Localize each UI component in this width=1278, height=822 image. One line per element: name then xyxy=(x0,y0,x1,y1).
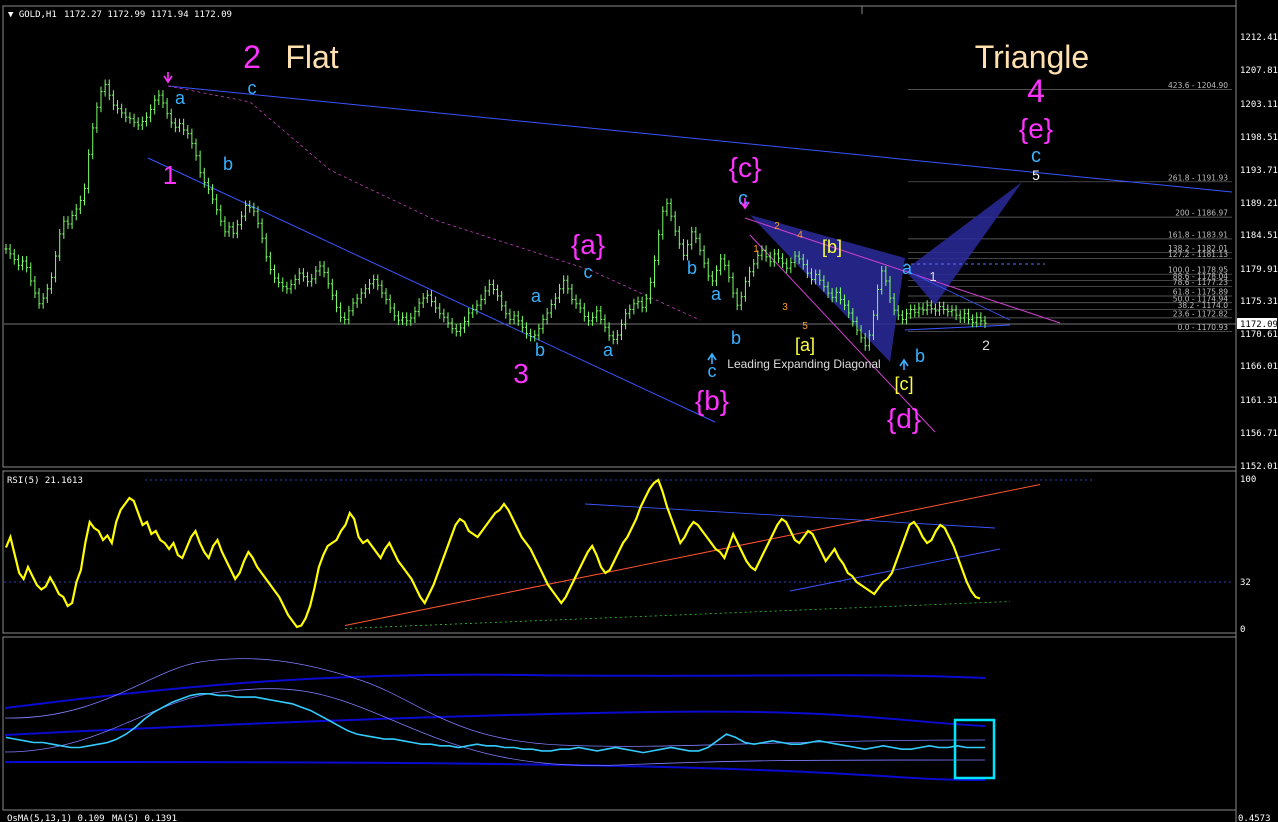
price-tick: 1198.51 xyxy=(1240,133,1278,143)
fib-level-label: 423.6 - 1204.90 xyxy=(1168,81,1228,90)
current-price-label: 1172.09 xyxy=(1240,320,1278,330)
fib-level-label: 261.8 - 1191.93 xyxy=(1168,173,1228,182)
rsi-line xyxy=(4,478,981,629)
price-panel[interactable] xyxy=(2,5,1237,468)
price-tick: 1189.21 xyxy=(1240,199,1278,209)
price-tick: 1184.51 xyxy=(1240,231,1278,241)
wave-label-big-4: 4 xyxy=(1027,73,1045,109)
wave-label-a-brace: {a} xyxy=(571,229,605,260)
price-tick: 1212.41 xyxy=(1240,33,1278,43)
rsi-indicator xyxy=(4,478,1232,629)
wave-label-d-brace: {d} xyxy=(887,403,921,434)
wave-label-c-brace: {c} xyxy=(729,152,762,183)
price-tick: 1152.01 xyxy=(1240,462,1278,472)
fib-level-label: 127.2 - 1181.13 xyxy=(1168,250,1228,259)
fib-level-label: 161.8 - 1183.91 xyxy=(1168,230,1228,239)
fib-level-label: 200 - 1186.97 xyxy=(1175,209,1228,218)
wave-label-a5: a xyxy=(902,258,913,278)
price-tick: 1156.71 xyxy=(1240,429,1278,439)
wave-label-b4: b xyxy=(731,328,741,348)
wave-label-sub2: 2 xyxy=(774,221,780,232)
wave-label-e-brace: {e} xyxy=(1019,113,1053,144)
highlight-box xyxy=(953,718,996,780)
wave-label-three: 3 xyxy=(513,358,529,389)
price-tick: 1193.71 xyxy=(1240,166,1278,176)
wave-label-two-small: 2 xyxy=(982,337,990,353)
wave-label-triangle: Triangle xyxy=(975,39,1089,75)
price-tick: 1170.61 xyxy=(1240,330,1278,340)
lower-indicator xyxy=(4,658,996,781)
rsi-tick: 32 xyxy=(1240,578,1251,588)
fib-level-label: 23.6 - 1172.82 xyxy=(1173,309,1228,318)
wave-label-b1: b xyxy=(223,154,233,174)
wave-label-one-small: 1 xyxy=(929,269,936,284)
wave-label-a3: a xyxy=(603,340,614,360)
wave-label-sub3: 3 xyxy=(782,302,788,313)
rsi-label: RSI(5) 21.1613 xyxy=(7,476,83,486)
lower-tick: 0.4573 xyxy=(1238,814,1271,822)
wave-label-sub5: 5 xyxy=(802,321,808,332)
envelope-middle xyxy=(4,710,986,736)
rsi-tick: 0 xyxy=(1240,625,1245,635)
wave-label-b5: b xyxy=(915,346,925,366)
ma-label: MA(5) 0.1391 xyxy=(112,814,177,822)
price-tick: 1161.31 xyxy=(1240,396,1278,406)
price-tick: 1179.91 xyxy=(1240,265,1278,275)
wave-label-sub1: 1 xyxy=(753,244,759,255)
chart-symbol-title: ▼ GOLD,H1 xyxy=(8,10,57,20)
wave-label-diagonal: Leading Expanding Diagonal xyxy=(727,357,880,371)
wave-label-sub4: 4 xyxy=(797,230,803,241)
triangle-line xyxy=(904,324,1011,331)
upper-channel-line xyxy=(167,85,1233,193)
wave-label-a2: a xyxy=(531,286,542,306)
fib-level-label: 78.6 - 1177.23 xyxy=(1173,278,1228,287)
price-tick: 1207.81 xyxy=(1240,66,1278,76)
price-tick: 1175.31 xyxy=(1240,297,1278,307)
osma-label: OsMA(5,13,1) 0.109 xyxy=(7,814,105,822)
oscillator-line xyxy=(5,692,985,754)
chart-ohlc: 1172.27 1172.99 1171.94 1172.09 xyxy=(64,10,232,20)
wave-label-c2: c xyxy=(584,262,593,282)
arrow-up-icon xyxy=(899,358,909,370)
arrow-down-icon xyxy=(163,72,173,84)
triangle-line xyxy=(904,269,1011,321)
trading-chart[interactable]: ▼ GOLD,H1 1172.27 1172.99 1171.94 1172.0… xyxy=(0,0,1278,822)
price-tick: 1203.11 xyxy=(1240,100,1278,110)
wave-label-big-2: 2 xyxy=(243,39,261,75)
wave-label-c1: c xyxy=(248,78,257,98)
price-axis: 1212.41 1207.81 1203.11 1198.51 1193.71 … xyxy=(1240,33,1278,472)
price-tick: 1166.01 xyxy=(1240,362,1278,372)
price-bars xyxy=(4,79,987,351)
wave-label-c-square: [c] xyxy=(894,374,913,394)
wave-label-one: 1 xyxy=(163,160,177,190)
lower-indicator-panel[interactable] xyxy=(2,636,1237,811)
wave-label-a4: a xyxy=(711,284,722,304)
wave-label-b2: b xyxy=(535,340,545,360)
wave-label-b-brace: {b} xyxy=(695,385,729,416)
envelope-lower xyxy=(4,761,986,781)
wave-label-flat: Flat xyxy=(285,39,338,75)
wave-label-a-square: [a] xyxy=(795,335,815,355)
rsi-channel-line xyxy=(584,503,996,529)
wave-label-b3: b xyxy=(687,258,697,278)
wave-label-a1: a xyxy=(175,88,186,108)
wave-path-dashed xyxy=(167,85,701,321)
wave-label-c-top: c xyxy=(1031,145,1041,167)
rsi-tick: 100 xyxy=(1240,475,1256,485)
envelope-upper xyxy=(4,673,986,709)
lower-channel-line xyxy=(147,157,716,423)
wave-label-five: 5 xyxy=(1032,167,1040,183)
bollinger-upper xyxy=(4,658,986,747)
wave-label-b-square: [b] xyxy=(822,237,842,257)
